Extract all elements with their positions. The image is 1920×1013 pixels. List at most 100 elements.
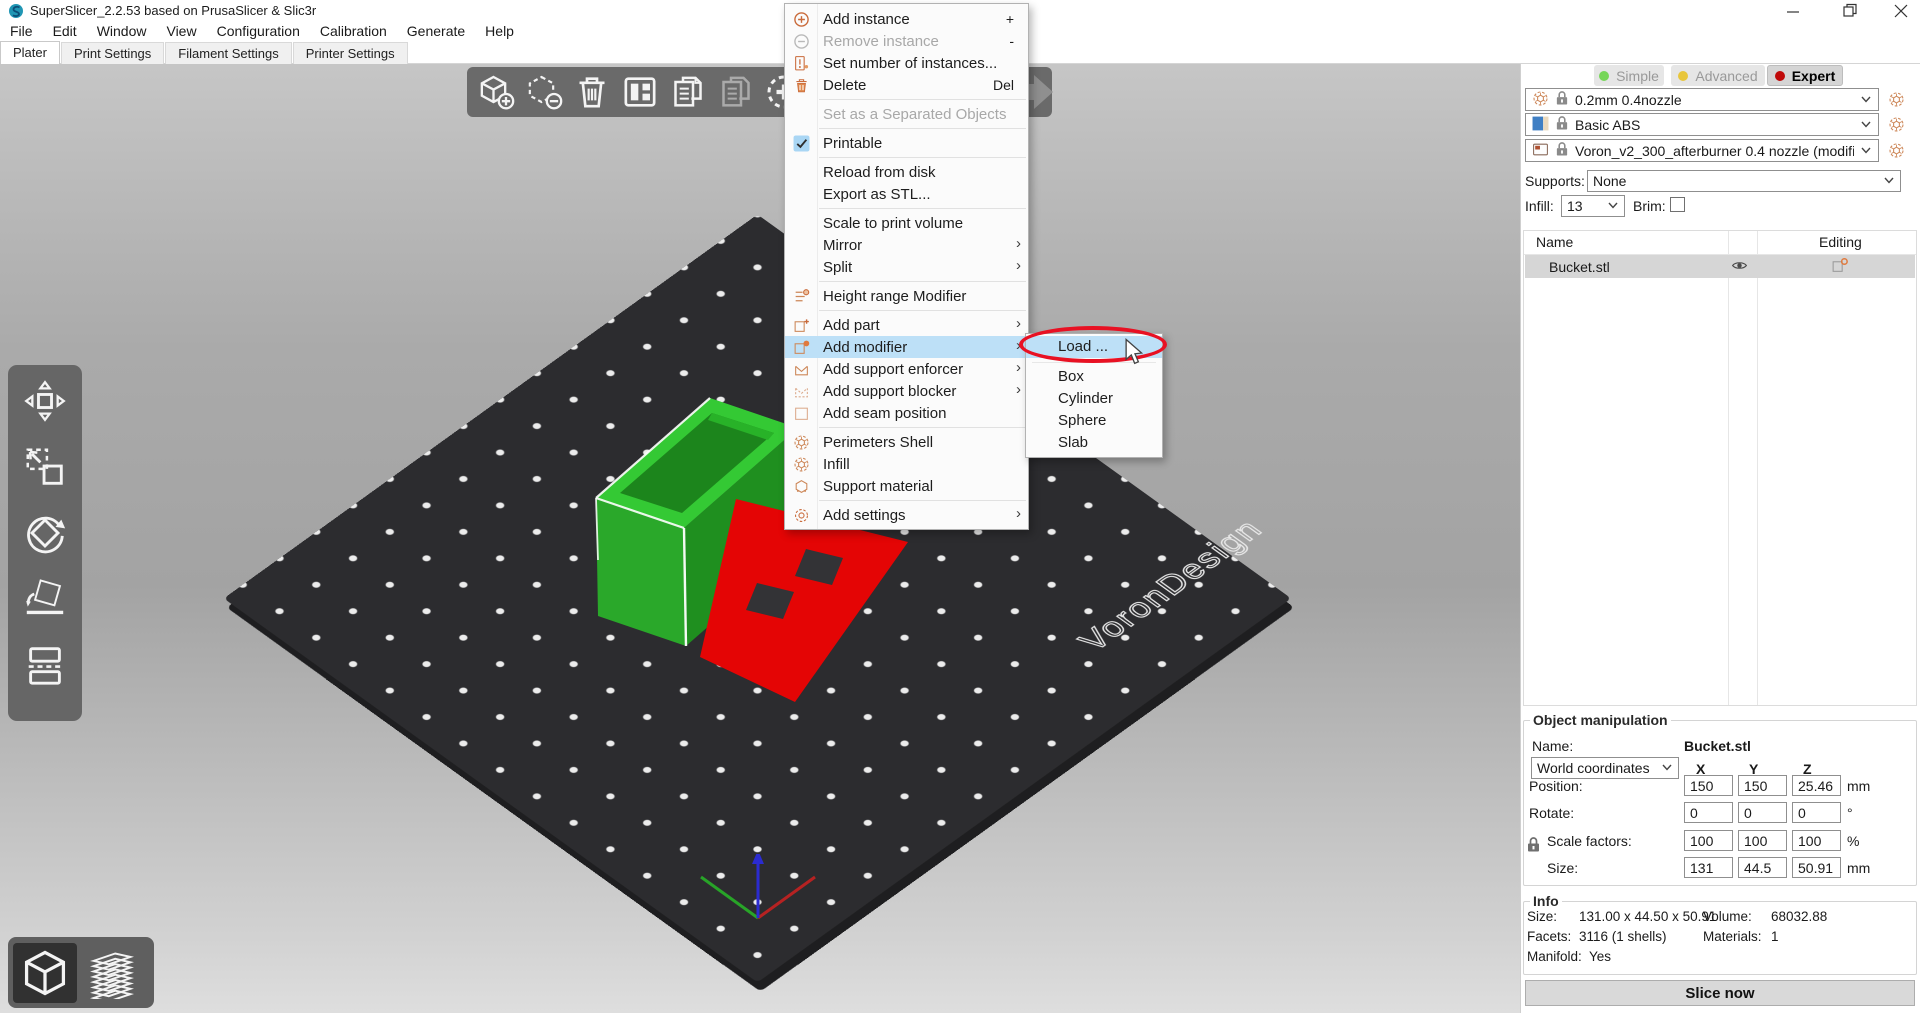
mode-dot-icon — [1599, 71, 1609, 81]
preset-select-0[interactable]: 0.2mm 0.4nozzle — [1525, 88, 1879, 111]
coordinates-value: World coordinates — [1537, 760, 1650, 776]
tab-plater[interactable]: Plater — [0, 41, 60, 64]
copy-icon[interactable] — [667, 71, 709, 113]
height-range-icon — [792, 287, 810, 305]
menu-item-perimeters-shell[interactable]: Perimeters Shell — [785, 431, 1028, 453]
menubar-item-window[interactable]: Window — [87, 22, 157, 41]
manip-input-2-y[interactable] — [1738, 830, 1787, 851]
menu-separator — [785, 96, 1028, 103]
layers-view-icon[interactable] — [80, 943, 144, 1003]
coordinates-select[interactable]: World coordinates — [1531, 757, 1679, 779]
menu-item-mirror[interactable]: Mirror› — [785, 234, 1028, 256]
gear-btn-icon[interactable] — [1885, 139, 1907, 161]
menubar-item-calibration[interactable]: Calibration — [310, 22, 397, 41]
maximize-button[interactable] — [1834, 0, 1864, 22]
menu-item-split[interactable]: Split› — [785, 256, 1028, 278]
menu-item-add-instance[interactable]: Add instance+ — [785, 8, 1028, 30]
menu-item-infill[interactable]: Infill — [785, 453, 1028, 475]
manip-input-3-x[interactable] — [1684, 857, 1733, 878]
viewport-3d[interactable]: VoronDesign — [0, 64, 1520, 1013]
preset-select-2[interactable]: Voron_v2_300_afterburner 0.4 nozzle (mod… — [1525, 139, 1879, 162]
menu-separator — [785, 424, 1028, 431]
mouse-cursor — [1124, 338, 1143, 371]
delete-all-icon[interactable] — [571, 71, 613, 113]
eye-icon[interactable] — [1731, 257, 1748, 277]
menu-item-add-settings[interactable]: Add settings› — [785, 504, 1028, 526]
arrange-icon[interactable] — [619, 71, 661, 113]
menubar-item-edit[interactable]: Edit — [43, 22, 87, 41]
menu-item-add-support-enforcer[interactable]: Add support enforcer› — [785, 358, 1028, 380]
manip-input-0-x[interactable] — [1684, 775, 1733, 796]
flatten-tool-icon[interactable] — [17, 571, 73, 627]
menu-item-delete[interactable]: DeleteDel — [785, 74, 1028, 96]
menu-item-support-material[interactable]: Support material — [785, 475, 1028, 497]
menu-item-export-as-stl[interactable]: Export as STL... — [785, 183, 1028, 205]
menu-item-add-support-blocker[interactable]: Add support blocker› — [785, 380, 1028, 402]
manip-input-3-z[interactable] — [1792, 857, 1841, 878]
slice-now-button[interactable]: Slice now — [1525, 980, 1915, 1006]
infill-select[interactable]: 13 — [1561, 195, 1625, 217]
tab-printer-settings[interactable]: Printer Settings — [293, 42, 408, 64]
menu-item-label: Remove instance — [823, 33, 939, 50]
manip-input-1-z[interactable] — [1792, 802, 1841, 823]
menu-item-add-part[interactable]: Add part› — [785, 314, 1028, 336]
manip-input-1-y[interactable] — [1738, 802, 1787, 823]
manip-input-1-x[interactable] — [1684, 802, 1733, 823]
edit-object-icon[interactable] — [1831, 257, 1848, 277]
tab-filament-settings[interactable]: Filament Settings — [165, 42, 291, 64]
manip-unit: mm — [1847, 778, 1870, 794]
menu-item-set-number-of-instances[interactable]: Set number of instances... — [785, 52, 1028, 74]
menu-item-scale-to-print-volume[interactable]: Scale to print volume — [785, 212, 1028, 234]
gear-btn-icon[interactable] — [1885, 88, 1907, 110]
chevron-down-icon — [1860, 92, 1872, 108]
manip-input-0-y[interactable] — [1738, 775, 1787, 796]
preset-select-1[interactable]: Basic ABS — [1525, 113, 1879, 136]
paste-icon[interactable] — [715, 71, 757, 113]
mode-button-expert[interactable]: Expert — [1767, 65, 1843, 86]
manip-label-scale-factors: Scale factors: — [1547, 833, 1632, 849]
filament-swatch-icon — [1532, 115, 1549, 135]
manip-input-2-z[interactable] — [1792, 830, 1841, 851]
menubar-item-configuration[interactable]: Configuration — [207, 22, 310, 41]
mode-button-simple[interactable]: Simple — [1594, 65, 1664, 86]
submenu-item-sphere[interactable]: Sphere — [1026, 410, 1162, 432]
manip-unit: ° — [1847, 805, 1853, 821]
minimize-button[interactable] — [1778, 0, 1808, 22]
submenu-item-cylinder[interactable]: Cylinder — [1026, 388, 1162, 410]
cube-view-icon[interactable] — [13, 943, 77, 1003]
menu-item-add-modifier[interactable]: Add modifier› — [785, 336, 1028, 358]
manip-input-3-y[interactable] — [1738, 857, 1787, 878]
gear-btn-icon[interactable] — [1885, 113, 1907, 135]
mode-dot-icon — [1678, 71, 1688, 81]
rotate-tool-icon[interactable] — [17, 505, 73, 561]
submenu-item-slab[interactable]: Slab — [1026, 432, 1162, 454]
menubar-item-help[interactable]: Help — [475, 22, 524, 41]
cut-tool-icon[interactable] — [17, 637, 73, 693]
menu-item-add-seam-position[interactable]: Add seam position — [785, 402, 1028, 424]
chevron-down-icon — [1883, 173, 1895, 189]
scale-lock-icon[interactable] — [1526, 836, 1541, 856]
scale-tool-icon[interactable] — [17, 439, 73, 495]
brim-checkbox[interactable] — [1670, 197, 1685, 212]
mode-button-advanced[interactable]: Advanced — [1671, 65, 1765, 86]
add-object-icon[interactable] — [475, 71, 517, 113]
mode-label: Simple — [1616, 68, 1659, 84]
menu-item-label: Reload from disk — [823, 164, 936, 181]
tab-print-settings[interactable]: Print Settings — [61, 42, 164, 64]
supports-select[interactable]: None — [1587, 170, 1901, 192]
menubar-item-view[interactable]: View — [156, 22, 206, 41]
close-button[interactable] — [1886, 0, 1916, 22]
object-row-bucket[interactable]: Bucket.stl — [1525, 255, 1915, 278]
menu-item-printable[interactable]: Printable — [785, 132, 1028, 154]
manip-input-2-x[interactable] — [1684, 830, 1733, 851]
manip-input-0-z[interactable] — [1792, 775, 1841, 796]
menu-item-remove-instance: Remove instance- — [785, 30, 1028, 52]
menu-item-label: Add seam position — [823, 405, 946, 422]
menu-item-reload-from-disk[interactable]: Reload from disk — [785, 161, 1028, 183]
menubar-item-file[interactable]: File — [0, 22, 43, 41]
menubar-item-generate[interactable]: Generate — [397, 22, 475, 41]
supports-label: Supports: — [1525, 173, 1585, 189]
remove-object-icon[interactable] — [523, 71, 565, 113]
move-tool-icon[interactable] — [17, 373, 73, 429]
menu-item-height-range-modifier[interactable]: Height range Modifier — [785, 285, 1028, 307]
